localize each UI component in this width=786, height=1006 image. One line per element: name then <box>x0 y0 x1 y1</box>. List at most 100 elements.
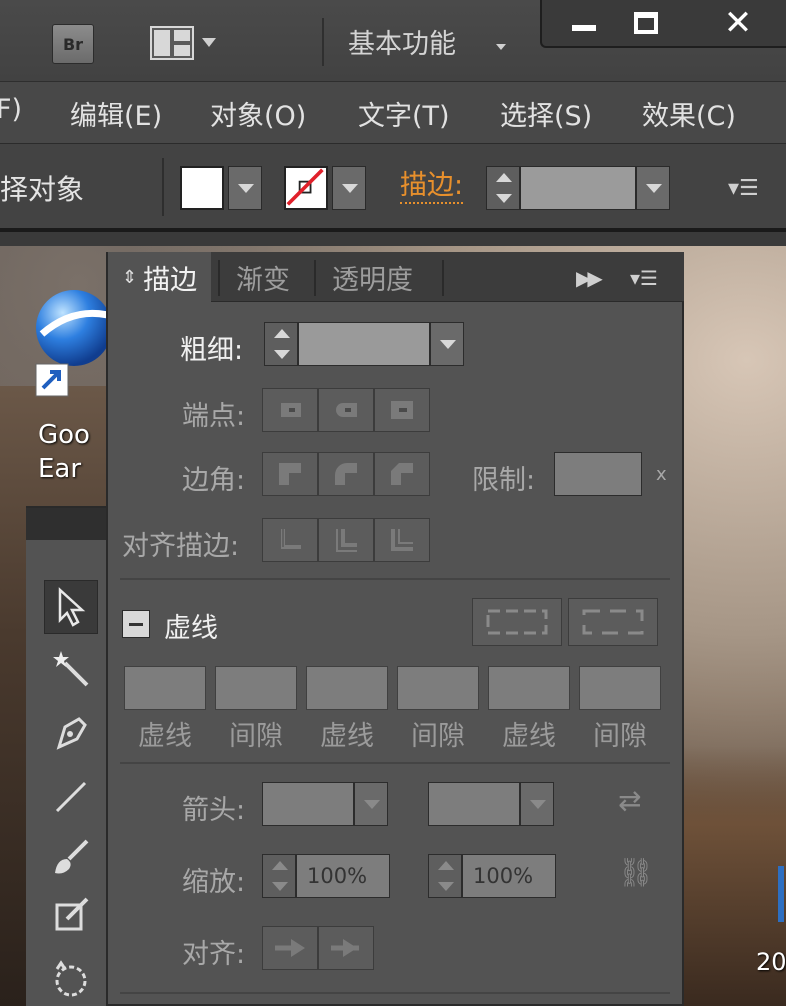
layout-cell-icon <box>154 30 170 56</box>
end-scale-stepper[interactable] <box>428 854 462 898</box>
decrement-icon <box>274 350 290 359</box>
butt-cap-button[interactable] <box>262 388 318 432</box>
chevron-down-icon[interactable] <box>496 44 506 50</box>
arrange-documents-button[interactable] <box>150 26 194 60</box>
miter-limit-input[interactable] <box>554 452 642 496</box>
rotate-icon <box>55 960 87 997</box>
stroke-weight-stepper[interactable] <box>486 166 520 210</box>
menu-object[interactable]: 对象(O) <box>210 94 306 133</box>
bridge-button[interactable]: Br <box>52 24 94 64</box>
divider <box>120 762 670 764</box>
align-outside-button[interactable] <box>374 518 430 562</box>
arrow-tip-on-end-icon <box>331 939 359 957</box>
round-cap-button[interactable] <box>318 388 374 432</box>
dash-1-input[interactable] <box>124 666 206 710</box>
rotate-tool[interactable] <box>44 952 98 1006</box>
weight-input[interactable] <box>298 322 430 366</box>
dash-2-input[interactable] <box>306 666 388 710</box>
pen-tool[interactable] <box>44 706 98 760</box>
preserve-dash-button[interactable] <box>472 598 562 646</box>
tab-gradient[interactable]: 渐变 <box>222 252 304 302</box>
increment-icon <box>272 861 288 870</box>
weight-stepper[interactable] <box>264 322 298 366</box>
start-arrowhead-select[interactable] <box>262 782 354 826</box>
google-earth-icon[interactable] <box>34 286 113 397</box>
end-scale-input[interactable]: 100% <box>462 854 556 898</box>
round-join-button[interactable] <box>318 452 374 496</box>
stroke-panel-link[interactable]: 描边: <box>400 170 464 204</box>
gap-3-input[interactable] <box>579 666 661 710</box>
menu-type[interactable]: 文字(T) <box>358 94 450 133</box>
end-arrowhead-select[interactable] <box>428 782 520 826</box>
magic-wand-tool[interactable] <box>44 642 98 696</box>
gap-1-input[interactable] <box>215 666 297 710</box>
app-titlebar: Br 基本功能 ✕ <box>0 0 786 82</box>
chevron-down-icon <box>530 800 546 809</box>
end-arrowhead-dropdown[interactable] <box>520 782 554 826</box>
tools-panel-header[interactable] <box>26 508 108 540</box>
cap-button-group <box>262 388 430 432</box>
chevron-down-icon[interactable] <box>202 38 216 47</box>
line-icon <box>55 781 87 813</box>
gap-1-label: 间隙 <box>229 721 283 752</box>
align-center-icon <box>281 529 301 549</box>
start-scale-stepper[interactable] <box>262 854 296 898</box>
tab-stroke-label: 描边 <box>143 265 198 296</box>
decrement-icon <box>438 882 454 891</box>
collapse-panel-icon[interactable]: ▶▶ <box>576 266 603 290</box>
chevron-down-icon <box>364 800 380 809</box>
tab-transparency[interactable]: 透明度 <box>318 252 427 302</box>
line-segment-tool[interactable] <box>44 770 98 824</box>
stroke-swatch[interactable] <box>284 166 328 210</box>
expand-collapse-icon: ⇕ <box>122 267 138 288</box>
tab-stroke[interactable]: ⇕ 描边 <box>108 252 212 303</box>
stroke-weight-dropdown[interactable] <box>636 166 670 210</box>
start-arrowhead-dropdown[interactable] <box>354 782 388 826</box>
selection-tool[interactable] <box>44 580 98 634</box>
divider <box>162 158 164 216</box>
dashed-line-checkbox[interactable] <box>122 610 150 638</box>
align-center-button[interactable] <box>262 518 318 562</box>
workspace-switcher[interactable]: 基本功能 <box>348 22 456 61</box>
projecting-cap-button[interactable] <box>374 388 430 432</box>
panel-menu-icon[interactable]: ▾☰ <box>630 266 658 290</box>
maximize-button[interactable] <box>606 0 686 46</box>
gap-2-input[interactable] <box>397 666 479 710</box>
menu-select[interactable]: 选择(S) <box>500 94 592 133</box>
dash-1-label: 虚线 <box>138 721 192 752</box>
maximize-icon <box>634 12 658 34</box>
tools-panel <box>26 506 108 1006</box>
magic-wand-icon <box>53 651 89 687</box>
weight-dropdown[interactable] <box>430 322 464 366</box>
paintbrush-tool[interactable] <box>44 830 98 884</box>
link-scale-icon[interactable]: ⛓ <box>618 856 654 889</box>
menu-edit[interactable]: 编辑(E) <box>70 94 162 133</box>
stroke-weight-input[interactable] <box>520 166 636 210</box>
close-button[interactable]: ✕ <box>698 0 778 46</box>
fill-swatch[interactable] <box>180 166 224 210</box>
dash-3-label: 虚线 <box>502 721 556 752</box>
align-inside-button[interactable] <box>318 518 374 562</box>
align-stroke-button-group <box>262 518 430 562</box>
align-dash-corners-button[interactable] <box>568 598 658 646</box>
fill-dropdown[interactable] <box>228 166 262 210</box>
arrow-tip-on-end-button[interactable] <box>318 926 374 970</box>
arrow-cursor-icon <box>58 587 86 627</box>
dash-3-input[interactable] <box>488 666 570 710</box>
minus-icon <box>129 623 143 626</box>
menu-effect[interactable]: 效果(C) <box>642 94 736 133</box>
menu-file[interactable]: F) <box>0 94 22 125</box>
arrow-align-label: 对齐: <box>182 939 246 970</box>
arrow-tip-beyond-button[interactable] <box>262 926 318 970</box>
blob-brush-tool[interactable] <box>44 888 98 942</box>
start-scale-input[interactable]: 100% <box>296 854 390 898</box>
dash-2-label: 虚线 <box>320 721 374 752</box>
miter-join-button[interactable] <box>262 452 318 496</box>
bevel-join-button[interactable] <box>374 452 430 496</box>
dashed-line-label: 虚线 <box>164 613 218 644</box>
swap-arrowheads-icon[interactable]: ⇄ <box>618 784 641 817</box>
chevron-down-icon <box>440 340 456 349</box>
chevron-down-icon <box>238 184 254 193</box>
stroke-dropdown[interactable] <box>332 166 366 210</box>
panel-menu-icon[interactable]: ▾☰ <box>728 176 759 201</box>
